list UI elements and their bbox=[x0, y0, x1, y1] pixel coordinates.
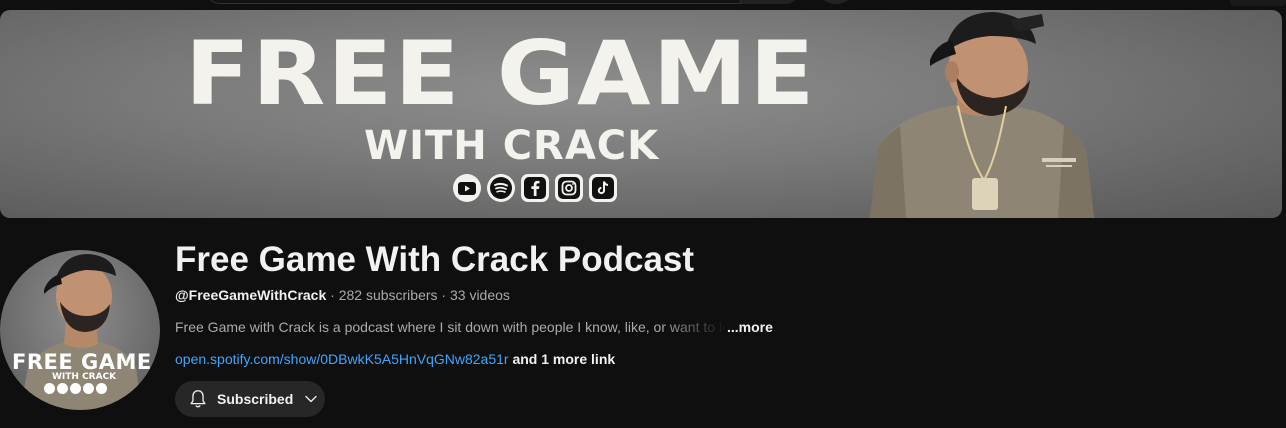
instagram-icon bbox=[555, 174, 583, 202]
channel-banner: FREE GAME WITH CRACK bbox=[0, 10, 1282, 218]
channel-name: Free Game With Crack Podcast bbox=[175, 240, 695, 279]
banner-subtitle: WITH CRACK bbox=[364, 123, 660, 169]
chevron-down-icon bbox=[305, 395, 317, 403]
bell-icon bbox=[190, 390, 206, 408]
channel-meta: @FreeGameWithCrack · 282 subscribers · 3… bbox=[175, 286, 510, 304]
channel-avatar[interactable]: FREE GAME WITH CRACK bbox=[0, 250, 160, 410]
host-photo bbox=[870, 12, 1094, 218]
search-button[interactable] bbox=[740, 0, 800, 4]
spotify-link[interactable]: open.spotify.com/show/0DBwkK5A5HnVqGNw82… bbox=[175, 351, 509, 367]
avatar-subtitle: WITH CRACK bbox=[52, 372, 117, 382]
description-text: Free Game with Crack is a podcast where … bbox=[175, 319, 727, 335]
search-box[interactable] bbox=[205, 0, 800, 4]
subscribed-button[interactable]: Subscribed bbox=[175, 381, 325, 417]
banner-social-icons bbox=[453, 174, 617, 202]
meta-separator: · bbox=[437, 287, 450, 303]
banner-title: FREE GAME bbox=[185, 22, 817, 125]
more-links-button[interactable]: and 1 more link bbox=[509, 351, 615, 367]
description-more-button[interactable]: ...more bbox=[727, 319, 773, 335]
subscriber-count: 282 subscribers bbox=[338, 287, 438, 303]
avatar-title: FREE GAME bbox=[12, 350, 152, 374]
avatar-social-icons bbox=[44, 383, 107, 394]
youtube-icon bbox=[453, 174, 481, 202]
meta-separator: · bbox=[326, 287, 339, 303]
facebook-icon bbox=[70, 383, 81, 394]
channel-links: open.spotify.com/show/0DBwkK5A5HnVqGNw82… bbox=[175, 350, 615, 368]
tiktok-icon bbox=[589, 174, 617, 202]
masthead-right-edge bbox=[1230, 0, 1286, 6]
subscribed-label: Subscribed bbox=[217, 391, 294, 407]
channel-description[interactable]: Free Game with Crack is a podcast where … bbox=[175, 318, 775, 336]
masthead-strip bbox=[0, 0, 1286, 10]
video-count: 33 videos bbox=[449, 287, 510, 303]
tiktok-icon bbox=[96, 383, 107, 394]
facebook-icon bbox=[521, 174, 549, 202]
spotify-icon bbox=[487, 174, 515, 202]
channel-handle: @FreeGameWithCrack bbox=[175, 287, 327, 303]
channel-page: FREE GAME WITH CRACK FREE GAME WITH CRAC… bbox=[0, 0, 1286, 428]
voice-search-button[interactable] bbox=[818, 0, 854, 4]
instagram-icon bbox=[83, 383, 94, 394]
youtube-icon bbox=[44, 383, 55, 394]
spotify-icon bbox=[57, 383, 68, 394]
